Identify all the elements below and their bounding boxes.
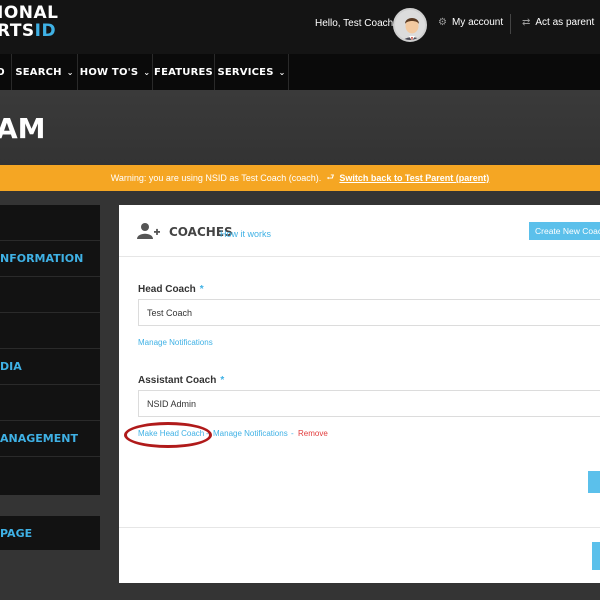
sidebar-item-7[interactable] — [0, 457, 100, 493]
head-coach-label-text: Head Coach — [138, 284, 196, 295]
coaches-panel: COACHES How it works Create New Coach He… — [119, 205, 600, 583]
add-button[interactable] — [588, 471, 600, 493]
page-title: AM — [0, 112, 46, 145]
highlight-ring — [124, 422, 212, 448]
nav-item-search[interactable]: SEARCH ⌄ — [12, 54, 78, 90]
logo-line-2-accent: ID — [34, 21, 57, 41]
logo-line-1: IONAL — [0, 3, 59, 23]
sidebar-item-0[interactable] — [0, 205, 100, 241]
required-marker: * — [220, 375, 225, 386]
assistant-coach-label-text: Assistant Coach — [138, 375, 217, 386]
avatar[interactable] — [393, 8, 427, 42]
main-nav: O SEARCH ⌄ HOW TO'S ⌄ FEATURES SERVICES … — [0, 54, 600, 90]
nav-item-label: HOW TO'S — [79, 66, 139, 78]
sidebar-item-label: DIA — [0, 360, 22, 373]
add-user-icon — [137, 223, 160, 239]
warning-text: Warning: you are using NSID as Test Coac… — [110, 173, 322, 183]
coaches-panel-header: COACHES How it works Create New Coach — [119, 205, 600, 257]
act-as-parent-label: Act as parent — [535, 17, 595, 28]
my-account-label: My account — [451, 17, 504, 28]
create-new-coach-button[interactable]: Create New Coach — [529, 222, 600, 240]
nav-item-home[interactable]: O — [0, 54, 12, 90]
how-it-works-link[interactable]: How it works — [220, 229, 271, 239]
head-coach-field[interactable] — [138, 299, 600, 326]
sidebar-item-label: ANAGEMENT — [0, 432, 78, 445]
required-marker: * — [199, 284, 204, 295]
sidebar-secondary: PAGE — [0, 516, 100, 550]
chevron-down-icon: ⌄ — [278, 67, 286, 77]
logo-line-2: RTSID — [0, 22, 59, 40]
nav-item-services[interactable]: SERVICES ⌄ — [215, 54, 289, 90]
save-button[interactable] — [592, 542, 600, 570]
sidebar-item-3[interactable] — [0, 313, 100, 349]
nav-item-how-tos[interactable]: HOW TO'S ⌄ — [78, 54, 153, 90]
nav-item-label: SEARCH — [15, 66, 62, 78]
sidebar-item-page[interactable]: PAGE — [0, 516, 100, 550]
sidebar: NFORMATION DIA ANAGEMENT — [0, 205, 100, 495]
head-coach-manage-notifications-link[interactable]: Manage Notifications — [138, 338, 213, 347]
sidebar-item-information[interactable]: NFORMATION — [0, 241, 100, 277]
act-as-parent-link[interactable]: ⇄ Act as parent — [522, 17, 594, 28]
head-coach-label: Head Coach * — [138, 284, 204, 295]
top-bar: IONAL RTSID Hello, Test Coach ⚙ My accou… — [0, 0, 600, 54]
sidebar-item-media[interactable]: DIA — [0, 349, 100, 385]
chevron-down-icon: ⌄ — [143, 67, 151, 77]
chevron-down-icon: ⌄ — [66, 67, 74, 77]
nav-item-label: O — [0, 66, 5, 78]
sidebar-item-2[interactable] — [0, 277, 100, 313]
sidebar-item-label: NFORMATION — [0, 252, 84, 265]
greeting-text: Hello, Test Coach — [315, 18, 394, 29]
sidebar-item-management[interactable]: ANAGEMENT — [0, 421, 100, 457]
site-logo[interactable]: IONAL RTSID — [0, 4, 59, 40]
nav-item-label: SERVICES — [217, 66, 274, 78]
sidebar-item-label: PAGE — [0, 526, 33, 540]
gear-icon: ⚙ — [438, 17, 447, 28]
assistant-coach-field[interactable] — [138, 390, 600, 417]
nav-item-features[interactable]: FEATURES — [153, 54, 215, 90]
switch-back-icon: ⮐ — [326, 172, 335, 182]
sidebar-item-5[interactable] — [0, 385, 100, 421]
remove-assistant-coach-link[interactable]: Remove — [298, 429, 328, 438]
link-separator: - — [291, 429, 294, 438]
nav-item-label: FEATURES — [154, 66, 213, 78]
swap-arrows-icon: ⇄ — [522, 17, 531, 28]
my-account-link[interactable]: ⚙ My account — [438, 17, 503, 28]
panel-divider — [119, 527, 600, 528]
assistant-coach-manage-notifications-link[interactable]: Manage Notifications — [213, 429, 288, 438]
impersonation-warning-bar: Warning: you are using NSID as Test Coac… — [0, 165, 600, 191]
switch-back-link[interactable]: Switch back to Test Parent (parent) — [339, 173, 489, 183]
avatar-image — [395, 10, 425, 40]
logo-line-2-plain: RTS — [0, 21, 35, 41]
header-divider — [510, 14, 511, 34]
assistant-coach-label: Assistant Coach * — [138, 375, 224, 386]
page-hero — [0, 90, 600, 165]
